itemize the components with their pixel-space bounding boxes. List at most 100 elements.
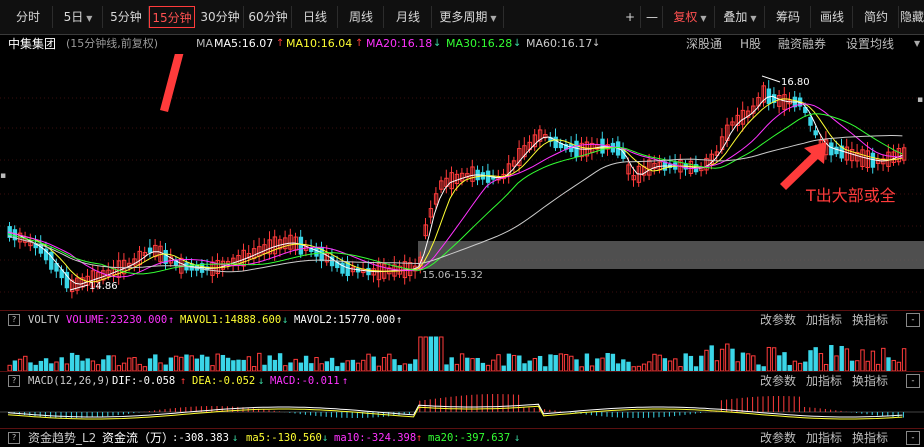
volume-bar [303, 355, 309, 371]
period-tab-5day[interactable]: 5日 ▼ [54, 6, 103, 28]
add-indicator-button[interactable]: 加指标 [806, 311, 842, 329]
link-h-share[interactable]: H股 [740, 34, 761, 54]
down-arrow-icon: ↓ [282, 314, 289, 326]
callout-arrow-icon [160, 54, 184, 112]
help-icon[interactable]: ? [8, 432, 20, 444]
volume-bar [189, 355, 194, 371]
help-icon[interactable]: ? [8, 375, 20, 387]
period-tab-day[interactable]: 日线 [293, 6, 338, 28]
restore-rights-button[interactable]: 复权 ▼ [666, 6, 715, 28]
period-tab-week[interactable]: 周线 [339, 6, 384, 28]
volume-bar [569, 355, 574, 371]
ma30-value: MA30:16.28 [446, 37, 513, 50]
up-arrow-icon: ↑ [355, 38, 364, 49]
volume-value: VOLUME:23230.000 [66, 314, 168, 326]
close-panel-icon[interactable]: - [906, 431, 920, 445]
volume-bar [886, 357, 891, 371]
volume-bar [168, 357, 174, 371]
period-tab-timeshare[interactable]: 分时 [4, 6, 53, 28]
period-label: 周线 [348, 10, 373, 24]
volume-bar [392, 359, 397, 371]
period-tab-60min[interactable]: 60分钟 [245, 6, 292, 28]
volume-bar [605, 353, 610, 371]
link-ma-settings[interactable]: 设置均线 [846, 34, 894, 54]
ma60-value: MA60:16.17 [526, 37, 593, 50]
zoom-out-button[interactable]: — [642, 6, 663, 28]
volume-bar [272, 359, 278, 371]
period-tab-30min[interactable]: 30分钟 [197, 6, 244, 28]
candle-body [553, 136, 558, 149]
indicator-name[interactable]: MACD(12,26,9) [28, 372, 110, 390]
volume-bar [241, 359, 246, 371]
fund-flow-ma10: ma10:-324.398 [334, 432, 417, 444]
volume-bar [881, 347, 886, 371]
volume-bar [387, 353, 392, 371]
period-toolbar: 分时 5日 ▼ 5分钟 15分钟 30分钟 60分钟 日线 周线 月线 更多周期 ▼… [0, 0, 924, 35]
volume-bar [205, 356, 210, 371]
fund-flow-title: 资金流（万） [102, 431, 175, 445]
volume-bar [475, 357, 480, 371]
volume-bar [610, 353, 616, 371]
period-tab-month[interactable]: 月线 [385, 6, 432, 28]
edit-params-button[interactable]: 改参数 [760, 311, 796, 329]
volume-bar [194, 358, 200, 371]
link-margin-trading[interactable]: 融资融券 [778, 34, 826, 54]
overlay-button[interactable]: 叠加 ▼ [716, 6, 765, 28]
help-icon[interactable]: ? [8, 314, 20, 326]
simple-mode-button[interactable]: 简约 [854, 6, 899, 28]
volume-bar [298, 362, 304, 371]
zoom-in-icon: + [624, 10, 636, 24]
left-axis-mark: ▪ [0, 171, 6, 181]
link-shenguton[interactable]: 深股通 [686, 34, 722, 54]
mavol2-value: MAVOL2:15770.000 [294, 314, 396, 326]
volume-bar [522, 363, 527, 371]
indicator-name[interactable]: VOLTV [28, 311, 60, 329]
button-label: 叠加 [723, 10, 748, 24]
close-panel-icon[interactable]: - [906, 374, 920, 388]
volume-bar [844, 348, 850, 371]
hide-button[interactable]: 隐藏 [900, 6, 924, 28]
mavol1-value: MAVOL1:14888.600 [180, 314, 282, 326]
switch-indicator-button[interactable]: 换指标 [852, 311, 888, 329]
volume-bar [662, 358, 668, 371]
volume-bar [220, 354, 226, 371]
period-label: 5分钟 [110, 10, 142, 24]
ma-toggle[interactable]: MA [196, 34, 213, 54]
close-panel-icon[interactable]: - [906, 313, 920, 327]
volume-bar [491, 359, 496, 371]
volume-bar [371, 356, 376, 371]
high-price-label: 16.80 [781, 77, 810, 88]
period-tab-15min[interactable]: 15分钟 [149, 6, 195, 28]
indicator-name[interactable]: 资金趋势_L2 [28, 429, 96, 447]
switch-indicator-button[interactable]: 换指标 [852, 372, 888, 390]
volume-bar [449, 357, 454, 371]
range-label: 15.06-15.32 [422, 270, 483, 281]
volume-chart [7, 336, 907, 371]
add-indicator-button[interactable]: 加指标 [806, 429, 842, 447]
callout-text: T出大部或全 [805, 186, 896, 205]
period-tab-5min[interactable]: 5分钟 [104, 6, 149, 28]
volume-bar [745, 353, 751, 371]
volume-bar [137, 363, 142, 371]
volume-bar [407, 363, 413, 371]
period-tab-more[interactable]: 更多周期 ▼ [433, 6, 504, 28]
candle-body [813, 130, 818, 136]
volume-bar [111, 355, 116, 371]
button-label: 画线 [819, 10, 844, 24]
volume-bar [439, 336, 444, 371]
volume-bar [127, 357, 132, 371]
draw-line-button[interactable]: 画线 [812, 6, 853, 28]
button-label: 隐藏 [900, 10, 924, 24]
zoom-in-button[interactable]: + [620, 6, 641, 28]
switch-indicator-button[interactable]: 换指标 [852, 429, 888, 447]
ma20-value: MA20:16.18 [366, 37, 433, 50]
volume-bar [652, 353, 657, 371]
chips-button[interactable]: 筹码 [766, 6, 811, 28]
edit-params-button[interactable]: 改参数 [760, 429, 796, 447]
edit-params-button[interactable]: 改参数 [760, 372, 796, 390]
candle-body [808, 116, 813, 126]
add-indicator-button[interactable]: 加指标 [806, 372, 842, 390]
volume-bar [615, 363, 621, 371]
volume-bar [361, 359, 366, 371]
candlestick-chart[interactable]: 16.80 14.86 15.06-15.32 T出大部或全 ▪ ▪ [0, 54, 924, 310]
